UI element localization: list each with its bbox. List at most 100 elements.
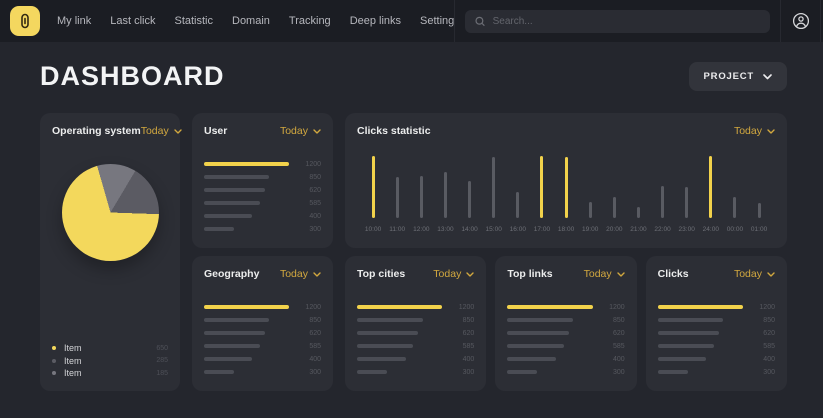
bar-row: 585 <box>357 344 474 348</box>
bar-value: 850 <box>297 174 321 181</box>
bar <box>420 176 423 218</box>
bar <box>709 156 712 218</box>
bar-value: 400 <box>601 356 625 363</box>
bar-track <box>357 344 442 348</box>
bar-track <box>204 162 289 166</box>
period-dropdown[interactable]: Today <box>141 125 182 137</box>
legend-item: Item650 <box>52 344 168 352</box>
bar <box>357 331 418 335</box>
x-axis-label: 18:00 <box>558 226 574 233</box>
legend-dot <box>52 359 56 363</box>
bar-row: 1200 <box>658 305 775 309</box>
vbar-chart: 10:0011:0012:0013:0014:0015:0016:0017:00… <box>357 156 775 233</box>
x-axis-label: 16:00 <box>510 226 526 233</box>
nav-item-tracking[interactable]: Tracking <box>289 15 331 27</box>
hbar-chart: 1200850620585400300 <box>204 162 321 231</box>
bar-track <box>444 156 447 218</box>
period-dropdown[interactable]: Today <box>433 268 474 280</box>
x-axis-label: 10:00 <box>365 226 381 233</box>
period-label: Today <box>280 125 308 137</box>
card-title: Top cities <box>357 268 405 280</box>
bar-row: 400 <box>357 357 474 361</box>
bar-column: 18:00 <box>554 156 578 233</box>
legend-label: Item <box>64 343 156 353</box>
legend-value: 650 <box>156 345 168 352</box>
bar-track <box>507 331 592 335</box>
bar <box>507 370 537 374</box>
bar <box>658 318 724 322</box>
bar-column: 17:00 <box>530 156 554 233</box>
bar-track <box>204 305 289 309</box>
bar-row: 400 <box>507 357 624 361</box>
bar-row: 585 <box>507 344 624 348</box>
bar-track <box>507 305 592 309</box>
nav-item-last-click[interactable]: Last click <box>110 15 155 27</box>
period-dropdown[interactable]: Today <box>734 125 775 137</box>
bar-row: 620 <box>357 331 474 335</box>
legend-dot <box>52 346 56 350</box>
bar-track <box>685 156 688 218</box>
bar-row: 400 <box>204 214 321 218</box>
x-axis-label: 23:00 <box>679 226 695 233</box>
chevron-down-icon <box>763 74 772 80</box>
bar-track <box>758 156 761 218</box>
bar-track <box>372 156 375 218</box>
nav-item-deep-links[interactable]: Deep links <box>350 15 401 27</box>
project-button[interactable]: PROJECT <box>689 62 787 91</box>
bar-value: 585 <box>450 343 474 350</box>
bar-column: 24:00 <box>699 156 723 233</box>
bar-track <box>492 156 495 218</box>
period-label: Today <box>584 268 612 280</box>
nav-item-domain[interactable]: Domain <box>232 15 270 27</box>
legend-value: 185 <box>156 370 168 377</box>
bar-row: 850 <box>507 318 624 322</box>
nav-item-my-link[interactable]: My link <box>57 15 91 27</box>
card-header: Geography Today <box>204 268 321 280</box>
card-geography: Geography Today 1200850620585400300 <box>192 256 333 391</box>
bar-column: 14:00 <box>458 156 482 233</box>
bar-value: 300 <box>601 369 625 376</box>
bar-value: 620 <box>297 187 321 194</box>
x-axis-label: 12:00 <box>413 226 429 233</box>
period-dropdown[interactable]: Today <box>734 268 775 280</box>
bar-track <box>661 156 664 218</box>
bar-value: 1200 <box>601 304 625 311</box>
bar-track <box>507 370 592 374</box>
bar <box>507 344 563 348</box>
period-dropdown[interactable]: Today <box>280 125 321 137</box>
period-dropdown[interactable]: Today <box>584 268 625 280</box>
x-axis-label: 14:00 <box>461 226 477 233</box>
logo[interactable] <box>10 6 40 36</box>
bar-track <box>357 318 442 322</box>
support-button[interactable] <box>781 0 820 42</box>
bar-row: 850 <box>204 318 321 322</box>
bar <box>204 201 260 205</box>
chevron-down-icon <box>313 272 321 277</box>
bar-row: 1200 <box>507 305 624 309</box>
search-box[interactable] <box>465 10 770 33</box>
x-axis-label: 20:00 <box>606 226 622 233</box>
bar-track <box>507 318 592 322</box>
bar <box>357 344 413 348</box>
bar <box>507 318 573 322</box>
bar <box>658 370 688 374</box>
bar-track <box>357 370 442 374</box>
nav-item-statistic[interactable]: Statistic <box>174 15 213 27</box>
bar-track <box>468 156 471 218</box>
period-label: Today <box>141 125 169 137</box>
nav-item-setting[interactable]: Setting <box>420 15 454 27</box>
x-axis-label: 13:00 <box>437 226 453 233</box>
period-dropdown[interactable]: Today <box>280 268 321 280</box>
bar <box>658 305 743 309</box>
bar-row: 620 <box>204 188 321 192</box>
search-input[interactable] <box>493 16 761 27</box>
cards-grid: Operating system Today Item650Item285Ite… <box>40 113 787 391</box>
bar-track <box>733 156 736 218</box>
bar-track <box>658 370 743 374</box>
bar-track <box>204 318 289 322</box>
hbar-chart: 1200850620585400300 <box>357 305 474 374</box>
bar-column: 23:00 <box>675 156 699 233</box>
chevron-down-icon <box>466 272 474 277</box>
hbar-chart: 1200850620585400300 <box>204 305 321 374</box>
chevron-down-icon <box>767 272 775 277</box>
